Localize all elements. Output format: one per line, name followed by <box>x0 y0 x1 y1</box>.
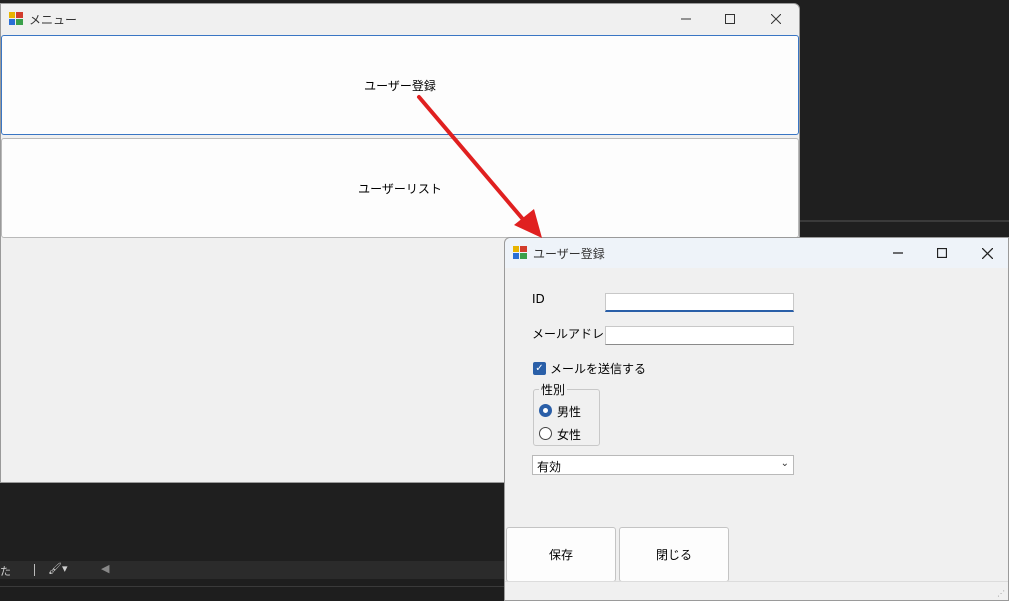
user-register-button[interactable]: ユーザー登録 <box>1 35 799 135</box>
window-title: ユーザー登録 <box>533 247 605 261</box>
ide-status-separator <box>34 564 35 576</box>
close-icon <box>981 247 993 259</box>
radio-female-label: 女性 <box>557 428 582 442</box>
minimize-icon <box>681 18 691 20</box>
close-window-button[interactable] <box>753 4 799 34</box>
maximize-icon <box>725 14 735 24</box>
gender-group-title: 性別 <box>539 381 568 398</box>
close-button[interactable]: 閉じる <box>619 527 729 582</box>
radio-male-label: 男性 <box>557 405 582 419</box>
app-icon <box>9 12 23 25</box>
user-list-button[interactable]: ユーザーリスト <box>1 138 799 238</box>
email-label: メールアドレス <box>532 327 617 341</box>
ide-status-bar: た 🖌▾ ◀ <box>0 561 505 579</box>
ide-bottom-panel <box>0 579 505 601</box>
ide-status-text: た <box>0 565 11 578</box>
minimize-button[interactable] <box>875 238 921 268</box>
id-input[interactable] <box>605 293 794 312</box>
send-mail-checkbox[interactable]: ✓ <box>533 362 546 375</box>
send-mail-label: メールを送信する <box>550 362 647 376</box>
status-combo-value: 有効 <box>537 460 562 474</box>
register-window-titlebar[interactable]: ユーザー登録 <box>505 238 1008 268</box>
ide-divider <box>799 220 1009 222</box>
register-window: ユーザー登録 ID メールアドレス ✓ メールを送信する 性別 男性 女性 有効… <box>504 237 1009 601</box>
menu-window-titlebar[interactable]: メニュー <box>1 4 799 34</box>
maximize-button[interactable] <box>919 238 965 268</box>
scroll-left-icon[interactable]: ◀ <box>101 562 109 575</box>
resize-grip-icon[interactable]: ⋰ <box>997 589 1006 598</box>
ide-bottom-divider <box>0 586 505 587</box>
window-title: メニュー <box>29 13 78 27</box>
id-label: ID <box>532 292 545 306</box>
radio-male[interactable] <box>539 404 552 417</box>
minimize-button[interactable] <box>663 4 709 34</box>
app-icon <box>513 246 527 259</box>
close-window-button[interactable] <box>964 238 1009 268</box>
maximize-icon <box>937 248 947 258</box>
status-strip: ⋰ <box>505 581 1008 600</box>
status-combo[interactable]: 有効 ⌄ <box>532 455 794 475</box>
chevron-down-icon: ⌄ <box>780 458 789 469</box>
email-input[interactable] <box>605 326 794 345</box>
save-button[interactable]: 保存 <box>506 527 616 582</box>
minimize-icon <box>893 252 903 254</box>
radio-female[interactable] <box>539 427 552 440</box>
brush-icon[interactable]: 🖌▾ <box>48 562 68 575</box>
maximize-button[interactable] <box>707 4 753 34</box>
close-icon <box>771 14 781 24</box>
